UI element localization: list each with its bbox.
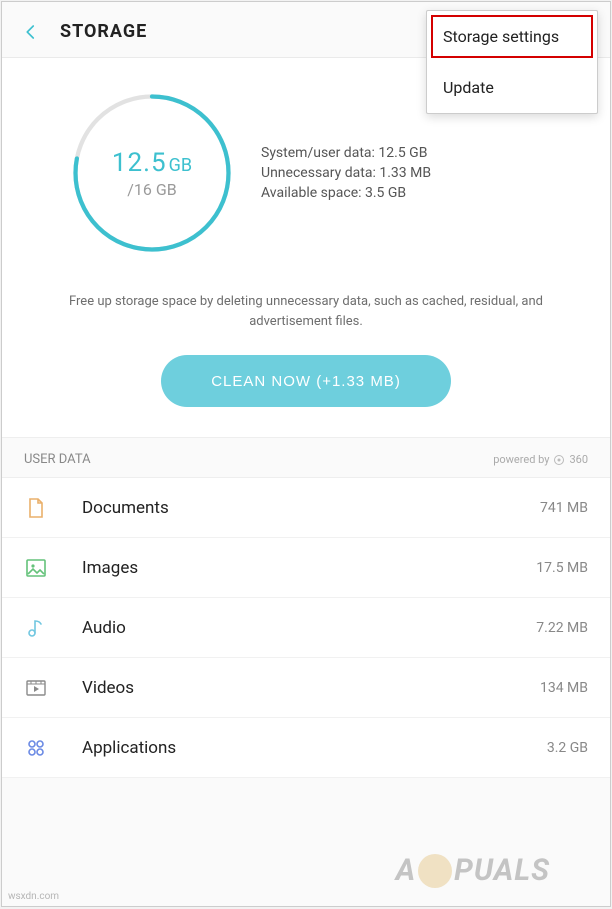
user-data-section-header: USER DATA powered by 360 xyxy=(2,438,610,478)
used-unit: GB xyxy=(169,155,192,176)
watermark: A PUALS xyxy=(396,853,550,888)
used-value: 12.5 xyxy=(112,148,167,178)
source-mark: wsxdn.com xyxy=(8,891,59,902)
item-label: Applications xyxy=(82,738,547,758)
item-size: 7.22 MB xyxy=(536,620,588,636)
storage-tip-text: Free up storage space by deleting unnece… xyxy=(40,292,572,331)
back-icon[interactable] xyxy=(22,23,40,41)
item-size: 741 MB xyxy=(540,500,588,516)
section-title: USER DATA xyxy=(24,452,91,467)
powered-by-label: powered by 360 xyxy=(493,453,588,466)
storage-stats: System/user data: 12.5 GB Unnecessary da… xyxy=(261,145,431,201)
menu-storage-settings[interactable]: Storage settings xyxy=(427,11,597,62)
audio-icon xyxy=(24,616,48,640)
stat-available-label: Available space: xyxy=(261,185,362,201)
menu-update[interactable]: Update xyxy=(427,62,597,113)
stat-available-value: 3.5 GB xyxy=(365,185,406,201)
page-title: STORAGE xyxy=(60,21,147,42)
item-label: Videos xyxy=(82,678,540,698)
stat-unnecessary-label: Unnecessary data: xyxy=(261,165,376,181)
storage-donut-chart: 12.5GB /16 GB xyxy=(67,88,237,258)
brand-360-icon xyxy=(553,454,565,466)
item-label: Documents xyxy=(82,498,540,518)
item-size: 3.2 GB xyxy=(547,740,588,756)
list-item[interactable]: Audio7.22 MB xyxy=(2,598,610,658)
clean-now-button[interactable]: CLEAN NOW (+1.33 MB) xyxy=(161,355,451,407)
item-size: 17.5 MB xyxy=(536,560,588,576)
storage-summary-card: 12.5GB /16 GB System/user data: 12.5 GB … xyxy=(2,58,610,438)
item-label: Audio xyxy=(82,618,536,638)
list-item[interactable]: Documents741 MB xyxy=(2,478,610,538)
overflow-menu: Storage settings Update xyxy=(426,10,598,114)
apps-icon xyxy=(24,736,48,760)
list-item[interactable]: Images17.5 MB xyxy=(2,538,610,598)
used-storage-label: 12.5GB xyxy=(112,148,192,178)
video-icon xyxy=(24,676,48,700)
user-data-list: Documents741 MBImages17.5 MBAudio7.22 MB… xyxy=(2,478,610,778)
document-icon xyxy=(24,496,48,520)
list-item[interactable]: Videos134 MB xyxy=(2,658,610,718)
list-item[interactable]: Applications3.2 GB xyxy=(2,718,610,778)
stat-unnecessary-value: 1.33 MB xyxy=(379,165,431,181)
item-label: Images xyxy=(82,558,536,578)
watermark-face-icon xyxy=(418,854,452,888)
image-icon xyxy=(24,556,48,580)
stat-system-value: 12.5 GB xyxy=(378,145,427,161)
item-size: 134 MB xyxy=(540,680,588,696)
total-storage-label: /16 GB xyxy=(127,180,176,199)
stat-system-label: System/user data: xyxy=(261,145,375,161)
